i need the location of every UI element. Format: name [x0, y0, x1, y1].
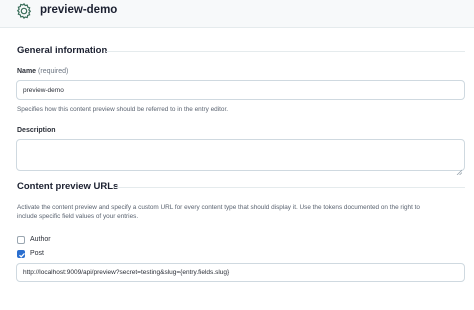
resize-handle-icon[interactable] [456, 162, 463, 176]
description-textarea[interactable] [16, 139, 465, 176]
gear-icon [15, 2, 33, 20]
name-input-value: preview-demo [23, 86, 64, 94]
urls-help-line-2: include specific field values of your en… [17, 213, 139, 220]
content-type-author[interactable]: Author [17, 235, 51, 244]
post-preview-url-input[interactable]: http://localhost:9009/api/preview?secret… [16, 263, 465, 282]
required-indicator: (required) [38, 68, 69, 75]
name-input[interactable]: preview-demo [16, 80, 465, 100]
description-field-label: Description [17, 127, 56, 134]
general-information-heading: General information [17, 45, 108, 56]
post-preview-url-value: http://localhost:9009/api/preview?secret… [23, 269, 230, 276]
post-label: Post [30, 250, 45, 257]
name-field-label: Name (required) [17, 67, 68, 76]
author-checkbox[interactable] [17, 235, 25, 244]
section-divider [106, 51, 465, 52]
content-preview-urls-heading: Content preview URLs [17, 181, 119, 192]
content-type-post[interactable]: Post [17, 249, 44, 258]
page-title: preview-demo [40, 4, 118, 16]
top-bar: preview-demo [0, 0, 474, 28]
post-checkbox[interactable] [17, 249, 25, 258]
section-divider [116, 187, 465, 188]
name-help-text: Specifies how this content preview shoul… [17, 106, 229, 113]
name-label-text: Name [17, 68, 37, 75]
author-label: Author [30, 236, 51, 243]
